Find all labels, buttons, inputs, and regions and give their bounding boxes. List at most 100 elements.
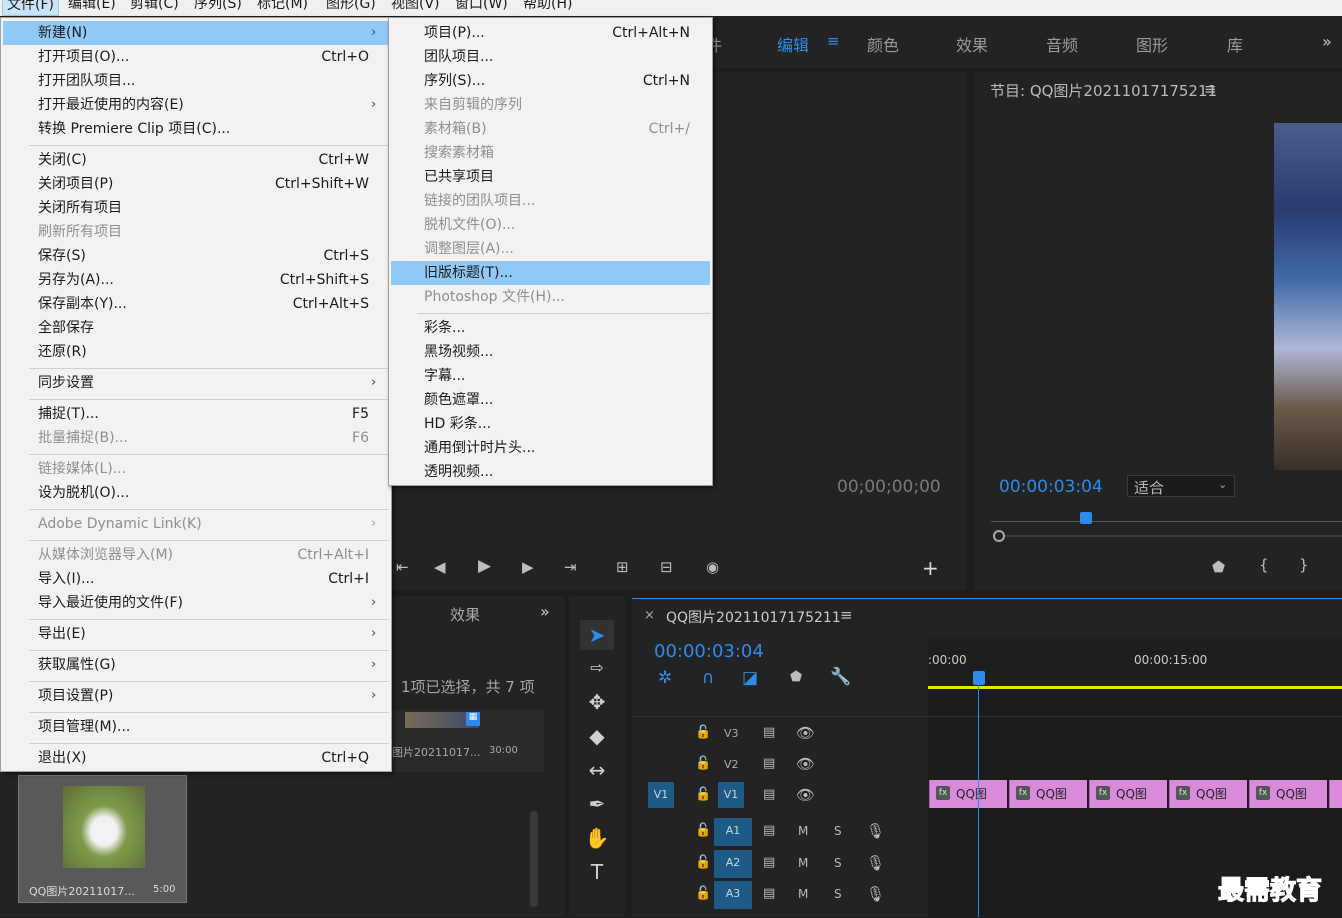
- add-marker-timeline-icon[interactable]: ⬟: [790, 669, 802, 685]
- step-back-icon[interactable]: ◀: [434, 558, 446, 576]
- close-icon[interactable]: ×: [644, 608, 655, 623]
- workspace-tab-graphics[interactable]: 图形: [1136, 32, 1168, 56]
- add-button-icon[interactable]: +: [922, 556, 939, 580]
- menu-file[interactable]: 文件(F): [2, 0, 59, 16]
- menu-item-import-recent[interactable]: 导入最近使用的文件(F) ›: [3, 591, 389, 615]
- lock-icon[interactable]: 🔓: [695, 855, 711, 870]
- timeline-menu-icon[interactable]: ≡: [840, 606, 853, 624]
- timeline-clip[interactable]: fx QQ图: [1009, 780, 1087, 808]
- project-item-thumb-1[interactable]: ▦ 图片20211017... 30:00: [392, 710, 544, 772]
- menu-item-get-properties[interactable]: 获取属性(G) ›: [3, 653, 389, 677]
- mark-out-icon[interactable]: }: [1299, 556, 1309, 574]
- menu-item-convert-clip[interactable]: 转换 Premiere Clip 项目(C)...: [3, 117, 389, 141]
- nest-icon[interactable]: ✲: [658, 668, 672, 688]
- time-ruler[interactable]: :00:00 00:00:15:00: [928, 639, 1342, 689]
- microphone-icon[interactable]: 🎙: [866, 854, 885, 872]
- add-marker-icon[interactable]: ⬟: [1212, 558, 1225, 576]
- submenu-item-sequence[interactable]: 序列(S)... Ctrl+N: [391, 69, 710, 93]
- pen-tool-icon[interactable]: ✒: [580, 789, 614, 819]
- mute-button[interactable]: M: [798, 824, 808, 838]
- eye-icon[interactable]: 👁: [796, 724, 815, 742]
- workspace-overflow-icon[interactable]: »: [1322, 32, 1332, 51]
- workspace-menu-icon[interactable]: ≡: [827, 32, 840, 50]
- timeline-clip[interactable]: fx QQ图: [1089, 780, 1167, 808]
- workspace-tab-effects[interactable]: 效果: [956, 32, 988, 56]
- menu-sequence[interactable]: 序列(S): [190, 0, 246, 16]
- zoom-handle[interactable]: [993, 530, 1005, 542]
- workspace-tab-audio[interactable]: 音频: [1046, 32, 1078, 56]
- fit-dropdown[interactable]: 适合 ⌄: [1127, 475, 1235, 497]
- submenu-item-color-matte[interactable]: 颜色遮罩...: [391, 388, 710, 412]
- menu-item-new[interactable]: 新建(N) ›: [3, 21, 389, 45]
- timeline-clip[interactable]: fx QQ图: [929, 780, 1007, 808]
- timeline-clip[interactable]: fx QQ图: [1249, 780, 1327, 808]
- play-icon[interactable]: ▶: [478, 556, 491, 576]
- submenu-item-transparent-video[interactable]: 透明视频...: [391, 460, 710, 484]
- track-v1-target[interactable]: V1: [718, 782, 744, 808]
- track-a1-target[interactable]: A1: [714, 818, 752, 846]
- menu-item-open-recent[interactable]: 打开最近使用的内容(E) ›: [3, 93, 389, 117]
- menu-item-save[interactable]: 保存(S) Ctrl+S: [3, 244, 389, 268]
- lock-icon[interactable]: 🔓: [695, 886, 711, 901]
- submenu-item-bars-tone[interactable]: 彩条...: [391, 316, 710, 340]
- zoom-scrollbar[interactable]: [1005, 535, 1342, 537]
- project-item-thumb-2[interactable]: QQ图片20211017... 5:00: [18, 775, 187, 903]
- sync-lock-icon[interactable]: ▤: [763, 787, 775, 802]
- mute-button[interactable]: M: [798, 887, 808, 901]
- menu-item-open-project[interactable]: 打开项目(O)... Ctrl+O: [3, 45, 389, 69]
- eye-icon[interactable]: 👁: [796, 755, 815, 773]
- submenu-item-countdown-leader[interactable]: 通用倒计时片头...: [391, 436, 710, 460]
- menu-clip[interactable]: 剪辑(C): [126, 0, 183, 16]
- linked-selection-icon[interactable]: ◪: [742, 668, 758, 688]
- menu-item-revert[interactable]: 还原(R): [3, 340, 389, 364]
- solo-button[interactable]: S: [834, 824, 842, 838]
- menu-item-close-project[interactable]: 关闭项目(P) Ctrl+Shift+W: [3, 172, 389, 196]
- slip-tool-icon[interactable]: ↔: [580, 755, 614, 785]
- menu-item-close-all[interactable]: 关闭所有项目: [3, 196, 389, 220]
- menu-item-save-as[interactable]: 另存为(A)... Ctrl+Shift+S: [3, 268, 389, 292]
- workspace-tab-libraries[interactable]: 库: [1227, 32, 1243, 56]
- camera-icon[interactable]: ◉: [706, 558, 719, 576]
- lock-icon[interactable]: 🔓: [695, 756, 711, 771]
- lock-icon[interactable]: 🔓: [695, 725, 711, 740]
- submenu-item-legacy-title[interactable]: 旧版标题(T)...: [391, 261, 710, 285]
- program-playhead[interactable]: [1080, 512, 1092, 524]
- submenu-item-hd-bars[interactable]: HD 彩条...: [391, 412, 710, 436]
- menu-help[interactable]: 帮助(H): [519, 0, 576, 16]
- solo-button[interactable]: S: [834, 856, 842, 870]
- project-scrollbar[interactable]: [530, 811, 538, 907]
- microphone-icon[interactable]: 🎙: [866, 885, 885, 903]
- track-select-tool-icon[interactable]: ⇨: [580, 653, 614, 683]
- microphone-icon[interactable]: 🎙: [866, 822, 885, 840]
- submenu-item-captions[interactable]: 字幕...: [391, 364, 710, 388]
- lock-icon[interactable]: 🔓: [695, 787, 711, 802]
- menu-item-save-all[interactable]: 全部保存: [3, 316, 389, 340]
- menu-item-project-manager[interactable]: 项目管理(M)...: [3, 715, 389, 739]
- eye-icon[interactable]: 👁: [796, 786, 815, 804]
- menu-window[interactable]: 窗口(W): [451, 0, 512, 16]
- program-timecode[interactable]: 00:00:03:04: [999, 477, 1103, 497]
- submenu-item-project[interactable]: 项目(P)... Ctrl+Alt+N: [391, 21, 710, 45]
- menu-item-save-copy[interactable]: 保存副本(Y)... Ctrl+Alt+S: [3, 292, 389, 316]
- track-a3-target[interactable]: A3: [714, 881, 752, 909]
- sync-lock-icon[interactable]: ▤: [763, 725, 775, 740]
- workspace-tab-color[interactable]: 颜色: [867, 32, 899, 56]
- go-to-in-icon[interactable]: ⇤: [396, 558, 409, 576]
- tab-effects[interactable]: 效果: [450, 604, 480, 625]
- timeline-clip[interactable]: fx QQ图: [1169, 780, 1247, 808]
- type-tool-icon[interactable]: T: [580, 857, 614, 887]
- menu-item-project-settings[interactable]: 项目设置(P) ›: [3, 684, 389, 708]
- insert-icon[interactable]: ⊞: [616, 558, 629, 576]
- hand-tool-icon[interactable]: ✋: [580, 823, 614, 853]
- menu-item-capture[interactable]: 捕捉(T)... F5: [3, 402, 389, 426]
- overwrite-icon[interactable]: ⊟: [660, 558, 673, 576]
- sync-lock-icon[interactable]: ▤: [763, 855, 775, 870]
- timeline-playhead-handle[interactable]: [973, 671, 985, 685]
- menu-edit[interactable]: 编辑(E): [64, 0, 120, 16]
- mark-in-icon[interactable]: {: [1259, 556, 1269, 574]
- submenu-item-black-video[interactable]: 黑场视频...: [391, 340, 710, 364]
- timeline-timecode[interactable]: 00:00:03:04: [654, 641, 764, 662]
- mute-button[interactable]: M: [798, 856, 808, 870]
- step-forward-icon[interactable]: ▶: [522, 558, 534, 576]
- menu-item-make-offline[interactable]: 设为脱机(O)...: [3, 481, 389, 505]
